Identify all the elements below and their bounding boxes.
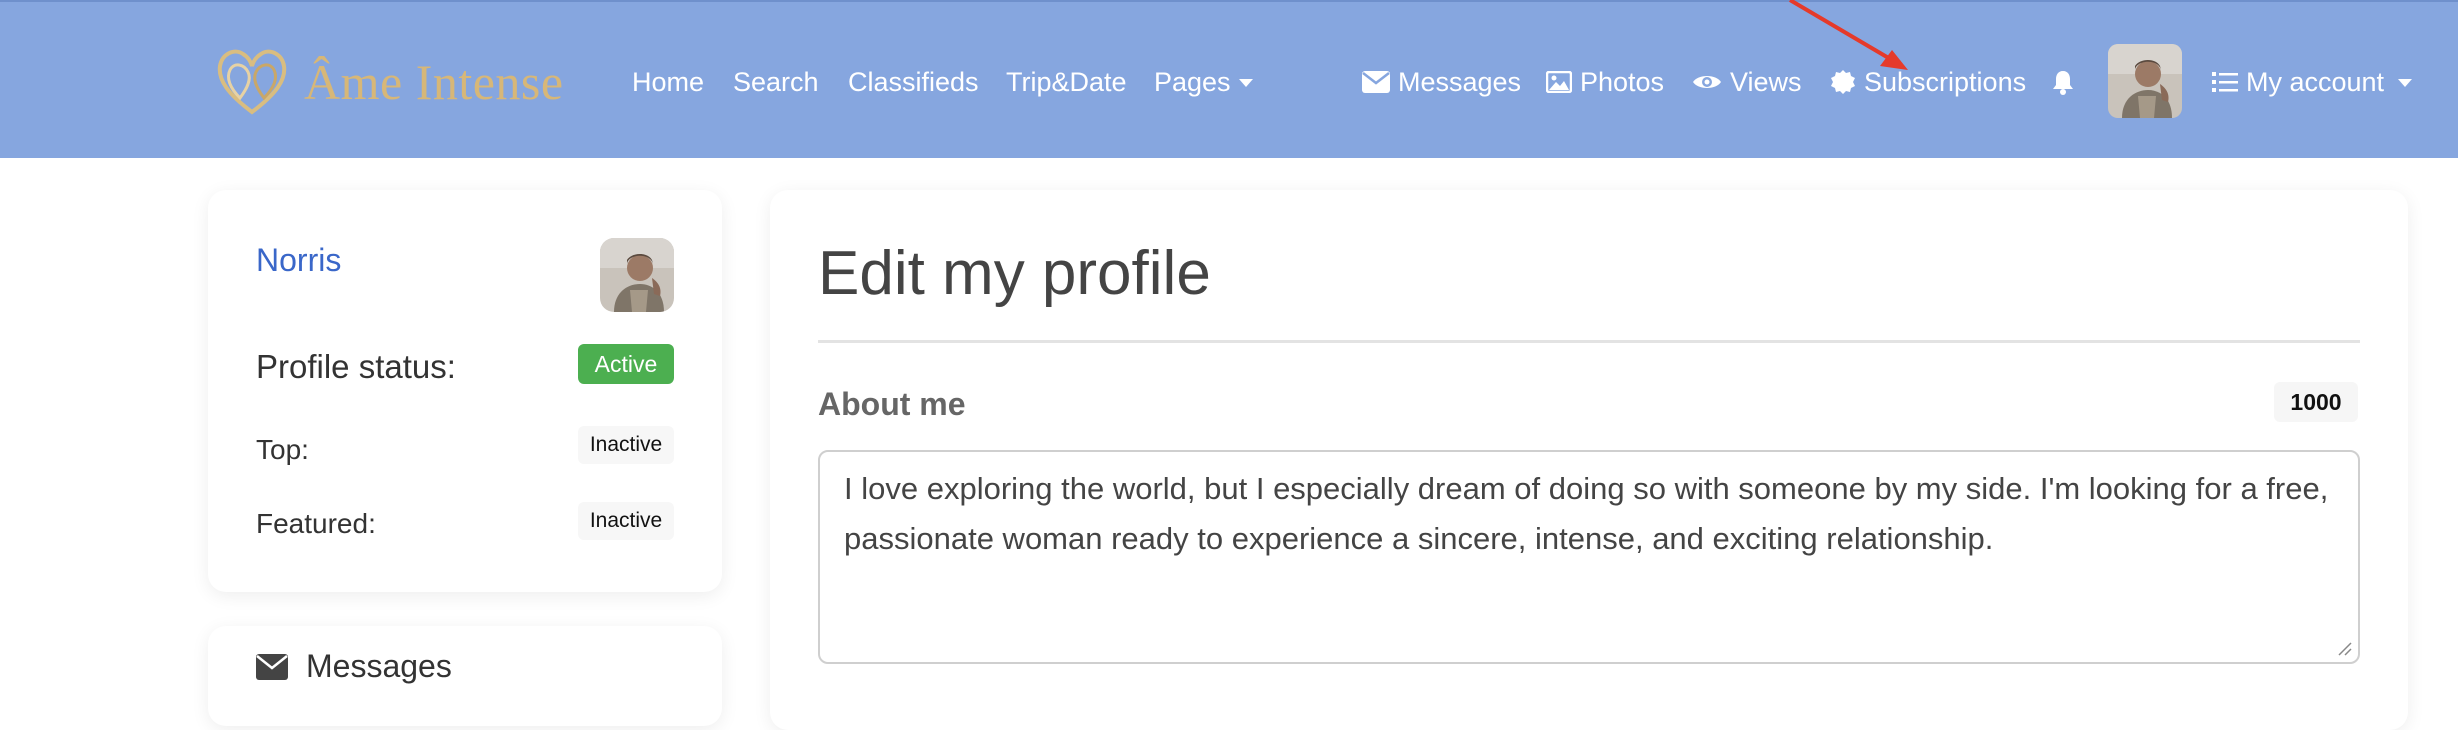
featured-label: Featured: xyxy=(256,508,376,539)
featured-status-badge: Inactive xyxy=(578,502,674,540)
top-status-badge: Inactive xyxy=(578,426,674,464)
nav-search-link[interactable]: Search xyxy=(733,62,819,102)
image-icon xyxy=(1546,71,1572,93)
nav-tripdate-link[interactable]: Trip&Date xyxy=(1006,62,1127,102)
about-me-text: I love exploring the world, but I especi… xyxy=(844,471,2329,556)
char-count-badge: 1000 xyxy=(2274,382,2358,422)
nav-messages-link[interactable]: Messages xyxy=(1362,62,1521,102)
nav-home-link[interactable]: Home xyxy=(632,62,704,102)
about-me-label: About me xyxy=(818,386,966,422)
top-label: Top: xyxy=(256,434,309,465)
eye-icon xyxy=(1692,72,1722,92)
notifications-button[interactable] xyxy=(2052,62,2082,102)
profile-status-badge: Active xyxy=(578,344,674,384)
nav-home-label: Home xyxy=(632,67,705,97)
bell-icon xyxy=(2052,69,2074,95)
navbar-avatar[interactable] xyxy=(2108,44,2182,118)
envelope-icon xyxy=(256,653,288,680)
profile-status-label: Profile status: xyxy=(256,348,456,385)
brand-link[interactable]: Âme Intense xyxy=(210,40,564,124)
avatar-photo xyxy=(600,238,674,312)
nav-classifieds-link[interactable]: Classifieds xyxy=(848,62,979,102)
messages-heading[interactable]: Messages xyxy=(256,648,452,685)
brand-name: Âme Intense xyxy=(304,54,564,110)
nav-tripdate-label: Trip&Date xyxy=(1006,67,1127,97)
title-divider xyxy=(818,340,2360,343)
nav-search-label: Search xyxy=(733,67,819,97)
avatar-photo xyxy=(2108,44,2182,118)
top-navbar: Âme Intense Home Search Classifieds Trip… xyxy=(0,0,2458,158)
profile-summary-card: Norris Profile status: Active Top: Inact… xyxy=(208,190,722,592)
chevron-down-icon xyxy=(1238,79,1253,87)
messages-heading-label: Messages xyxy=(306,648,452,684)
page-title: Edit my profile xyxy=(818,239,1211,308)
annotation-arrow-icon xyxy=(1788,0,1908,70)
user-name-link[interactable]: Norris xyxy=(256,242,341,279)
nav-pages-label: Pages xyxy=(1154,67,1231,97)
envelope-icon xyxy=(1362,71,1390,93)
nav-pages-dropdown[interactable]: Pages xyxy=(1154,62,1253,102)
my-account-label: My account xyxy=(2246,67,2385,97)
about-me-textarea[interactable]: I love exploring the world, but I especi… xyxy=(818,450,2360,664)
nav-classifieds-label: Classifieds xyxy=(848,67,979,97)
list-icon xyxy=(2212,71,2238,93)
chevron-down-icon xyxy=(2398,79,2413,87)
sidebar-avatar[interactable] xyxy=(600,238,674,312)
resize-handle-icon[interactable] xyxy=(2336,640,2352,656)
edit-profile-card: Edit my profile About me 1000 I love exp… xyxy=(770,190,2408,730)
nav-photos-link[interactable]: Photos xyxy=(1546,62,1664,102)
nav-photos-label: Photos xyxy=(1580,67,1665,97)
my-account-dropdown[interactable]: My account xyxy=(2212,62,2413,102)
messages-card: Messages xyxy=(208,626,722,726)
nav-messages-label: Messages xyxy=(1398,67,1522,97)
heart-logo-icon xyxy=(217,49,287,115)
